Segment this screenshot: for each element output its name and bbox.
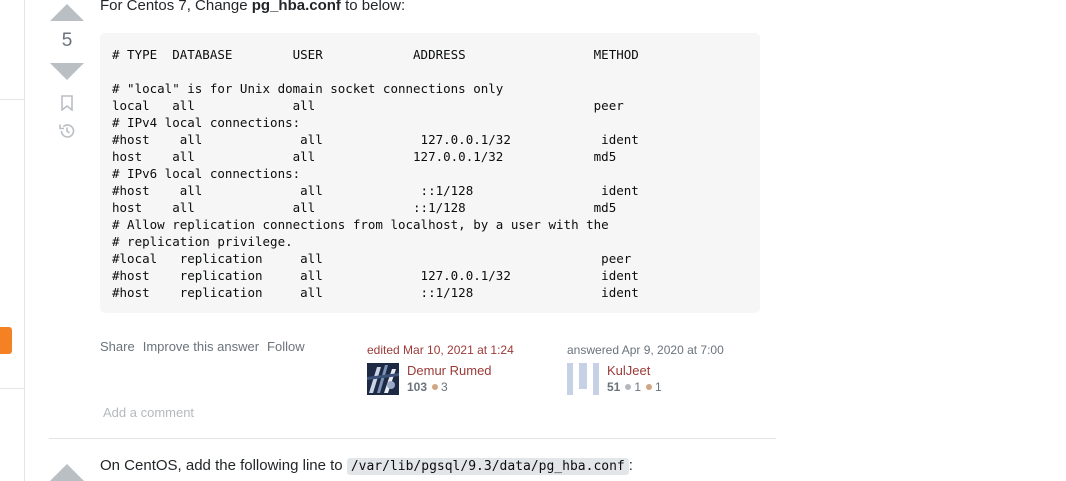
edited-timestamp[interactable]: edited Mar 10, 2021 at 1:24	[367, 342, 514, 358]
answer-text-prefix: On CentOS, add the following line to	[100, 457, 347, 474]
history-icon[interactable]	[58, 122, 76, 140]
answer-text-suffix: :	[628, 457, 633, 474]
bronze-badge-icon	[432, 384, 439, 391]
follow-link[interactable]: Follow	[267, 339, 305, 354]
upvote-arrow-icon[interactable]	[50, 4, 84, 21]
post-menu: Share Improve this answer Follow	[100, 339, 305, 354]
editor-username[interactable]: Demur Rumed	[407, 363, 492, 379]
avatar[interactable]	[567, 363, 599, 395]
answer-intro: For Centos 7, Change pg_hba.conf to belo…	[100, 0, 405, 16]
bronze-badge-count: 1	[655, 380, 662, 394]
sidebar-divider	[0, 99, 25, 100]
reputation-score: 103	[407, 380, 428, 394]
answer-divider	[49, 438, 776, 439]
upvote-arrow-icon[interactable]	[50, 464, 84, 481]
vote-controls	[50, 464, 84, 481]
bookmark-icon[interactable]	[58, 94, 76, 112]
improve-answer-link[interactable]: Improve this answer	[143, 339, 259, 354]
editor-reputation: 103 3	[407, 379, 492, 395]
silver-badge-icon	[625, 384, 632, 391]
intro-filename: pg_hba.conf	[251, 0, 341, 14]
intro-text-suffix: to below:	[340, 0, 406, 14]
reputation-score: 51	[607, 380, 621, 394]
intro-text: For Centos 7, Change	[100, 0, 252, 14]
sidebar-divider	[0, 388, 25, 389]
silver-badge-count: 1	[634, 380, 642, 394]
avatar[interactable]	[367, 363, 399, 395]
answer-text: On CentOS, add the following line to /va…	[100, 456, 633, 477]
downvote-arrow-icon[interactable]	[50, 63, 84, 80]
answered-timestamp[interactable]: answered Apr 9, 2020 at 7:00	[567, 342, 724, 358]
bronze-badge-icon	[646, 384, 653, 391]
pg-hba-config-code: # TYPE DATABASE USER ADDRESS METHOD # "l…	[112, 47, 639, 300]
add-comment-link[interactable]: Add a comment	[103, 405, 194, 420]
author-reputation: 51 1 1	[607, 379, 662, 395]
bronze-badge-count: 3	[441, 380, 448, 394]
share-link[interactable]: Share	[100, 339, 135, 354]
inline-code-path: /var/lib/pgsql/9.3/data/pg_hba.conf	[346, 458, 629, 475]
author-signature: answered Apr 9, 2020 at 7:00 KulJeet 51 1…	[567, 342, 724, 395]
code-block: # TYPE DATABASE USER ADDRESS METHOD # "l…	[100, 33, 760, 313]
editor-signature: edited Mar 10, 2021 at 1:24 Demur Rumed …	[367, 342, 514, 395]
vote-count: 5	[61, 30, 73, 51]
left-sidebar-border	[24, 0, 25, 481]
author-username[interactable]: KulJeet	[607, 363, 662, 379]
vote-controls: 5	[50, 4, 84, 140]
sidebar-active-indicator[interactable]	[0, 327, 12, 354]
